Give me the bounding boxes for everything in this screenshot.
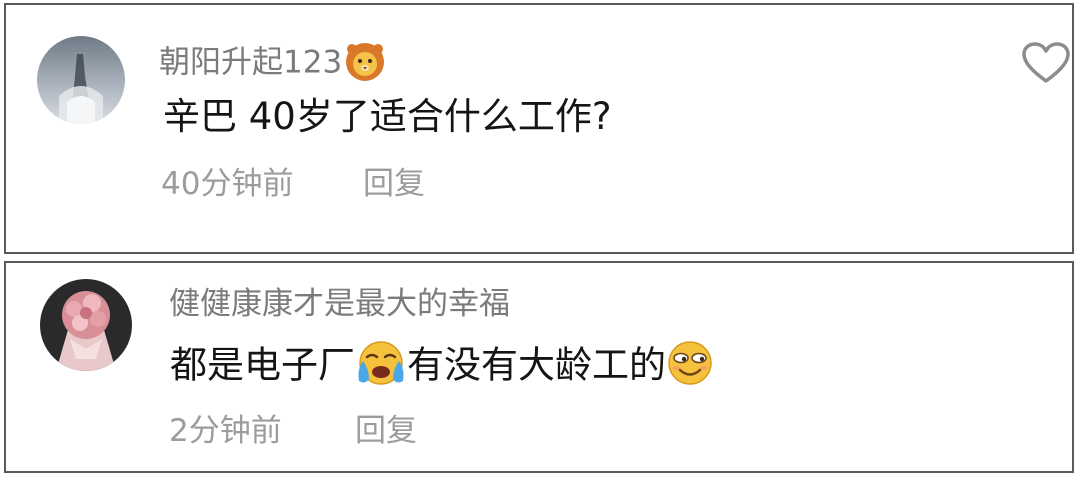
- comment-text-part: 都是电子厂: [170, 343, 355, 387]
- heart-outline-icon[interactable]: [1021, 41, 1071, 89]
- comment-card: 健健康康才是最大的幸福 都是电子厂 有没有大龄工的 2分钟前 回复: [4, 261, 1074, 473]
- username-text: 朝阳升起123: [159, 44, 343, 81]
- comment-timestamp: 2分钟前: [169, 413, 282, 449]
- comment-text: 辛巴 40岁了适合什么工作?: [163, 95, 612, 138]
- comment-card: 朝阳升起123 辛巴 40岁了适合什么工作? 40分钟前 回复: [4, 3, 1074, 254]
- comment-text: 都是电子厂 有没有大龄工的: [170, 341, 714, 391]
- reply-button[interactable]: 回复: [355, 416, 417, 447]
- avatar[interactable]: [37, 36, 125, 124]
- comment-text-part: 有没有大龄工的: [407, 343, 666, 387]
- smirking-face-emoji-icon: [666, 339, 714, 387]
- crying-face-emoji-icon: [355, 339, 407, 387]
- comment-timestamp: 40分钟前: [161, 166, 294, 202]
- reply-button[interactable]: 回复: [363, 169, 425, 200]
- username[interactable]: 朝阳升起123: [159, 43, 386, 85]
- avatar[interactable]: [40, 279, 132, 371]
- username[interactable]: 健健康康才是最大的幸福: [169, 289, 510, 320]
- lion-emoji-icon: [344, 40, 386, 82]
